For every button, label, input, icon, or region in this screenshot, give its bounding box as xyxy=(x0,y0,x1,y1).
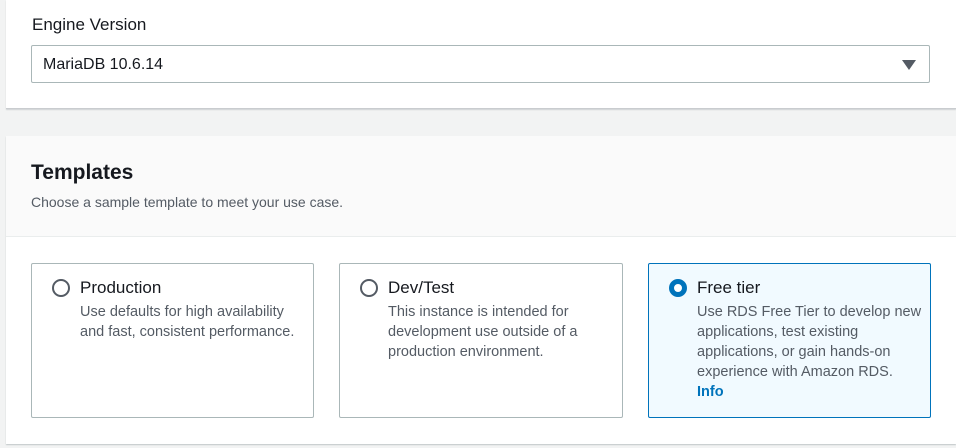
templates-panel: Templates Choose a sample template to me… xyxy=(6,136,956,444)
template-title-free-tier: Free tier xyxy=(697,278,761,297)
engine-version-panel: Engine Version MariaDB 10.6.14 xyxy=(6,0,956,109)
info-link[interactable]: Info xyxy=(697,382,724,402)
template-description-free-tier: Use RDS Free Tier to develop new applica… xyxy=(697,304,922,380)
templates-title: Templates xyxy=(31,161,134,184)
engine-version-value: MariaDB 10.6.14 xyxy=(43,56,164,73)
engine-version-select[interactable]: MariaDB 10.6.14 xyxy=(31,45,930,83)
engine-version-label: Engine Version xyxy=(32,15,147,34)
template-description-production: Use defaults for high availability and f… xyxy=(80,304,295,340)
template-tile-free-tier[interactable]: Free tier Use RDS Free Tier to develop n… xyxy=(648,263,931,418)
template-description-dev-test: This instance is intended for developmen… xyxy=(388,304,578,360)
template-title-production: Production xyxy=(80,278,162,297)
template-title-dev-test: Dev/Test xyxy=(388,278,455,297)
templates-header: Templates Choose a sample template to me… xyxy=(6,136,956,237)
radio-production[interactable] xyxy=(52,279,70,297)
templates-description: Choose a sample template to meet your us… xyxy=(31,194,344,210)
radio-free-tier[interactable] xyxy=(669,279,687,297)
template-tile-production[interactable]: Production Use defaults for high availab… xyxy=(31,263,314,418)
caret-down-icon xyxy=(902,60,916,70)
template-tile-dev-test[interactable]: Dev/Test This instance is intended for d… xyxy=(339,263,623,418)
radio-dev-test[interactable] xyxy=(360,279,378,297)
